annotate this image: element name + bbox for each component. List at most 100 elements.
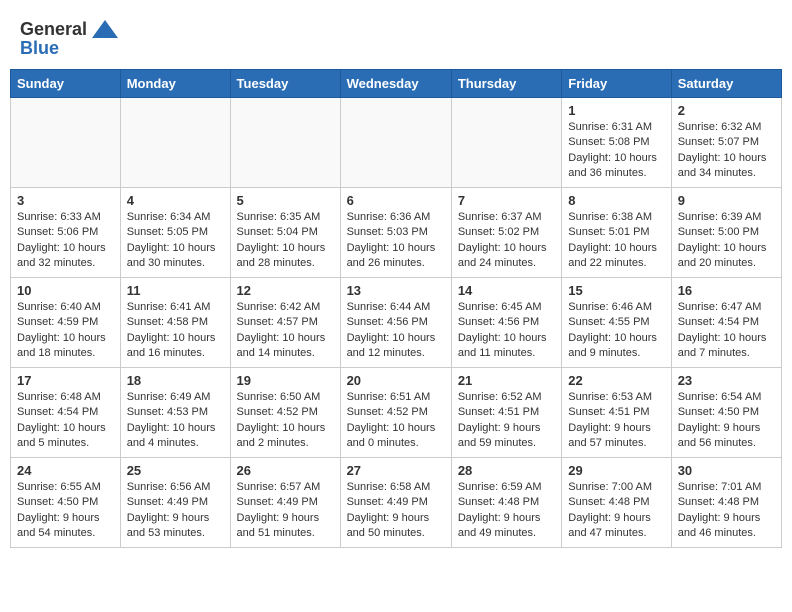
day-info: Sunrise: 6:49 AM Sunset: 4:53 PM Dayligh… [127, 390, 224, 452]
day-cell: 22 Sunrise: 6:53 AM Sunset: 4:51 PM Dayli… [562, 368, 671, 458]
day-cell: 24 Sunrise: 6:55 AM Sunset: 4:50 PM Dayli… [11, 458, 121, 548]
day-cell: 17 Sunrise: 6:48 AM Sunset: 4:54 PM Dayli… [11, 368, 121, 458]
day-info: Sunrise: 6:48 AM Sunset: 4:54 PM Dayligh… [17, 390, 114, 452]
day-number: 30 [678, 463, 775, 478]
day-number: 22 [568, 373, 664, 388]
day-info: Sunrise: 6:31 AM Sunset: 5:08 PM Dayligh… [568, 120, 664, 182]
day-cell: 28Sunrise: 6:59 AM Sunset: 4:48 PM Dayli… [451, 458, 561, 548]
day-number: 6 [347, 193, 445, 208]
day-number: 10 [17, 283, 114, 298]
day-cell: 7 Sunrise: 6:37 AM Sunset: 5:02 PM Daylig… [451, 188, 561, 278]
logo-icon [89, 18, 121, 40]
day-number: 9 [678, 193, 775, 208]
day-number: 25 [127, 463, 224, 478]
day-cell: 4 Sunrise: 6:34 AM Sunset: 5:05 PM Daylig… [120, 188, 230, 278]
day-number: 7 [458, 193, 555, 208]
day-info: Sunrise: 6:56 AM Sunset: 4:49 PM Dayligh… [127, 480, 224, 542]
day-info: Sunrise: 6:44 AM Sunset: 4:56 PM Dayligh… [347, 300, 445, 362]
day-cell: 23 Sunrise: 6:54 AM Sunset: 4:50 PM Dayli… [671, 368, 781, 458]
day-info: Sunrise: 6:46 AM Sunset: 4:55 PM Dayligh… [568, 300, 664, 362]
day-info: Sunrise: 6:35 AM Sunset: 5:04 PM Dayligh… [237, 210, 334, 272]
day-cell [11, 98, 121, 188]
day-number: 16 [678, 283, 775, 298]
day-number: 27 [347, 463, 445, 478]
day-cell [451, 98, 561, 188]
day-cell: 27 Sunrise: 6:58 AM Sunset: 4:49 PM Dayli… [340, 458, 451, 548]
day-cell: 29 Sunrise: 7:00 AM Sunset: 4:48 PM Dayli… [562, 458, 671, 548]
day-cell: 21Sunrise: 6:52 AM Sunset: 4:51 PM Dayli… [451, 368, 561, 458]
day-info: Sunrise: 6:36 AM Sunset: 5:03 PM Dayligh… [347, 210, 445, 272]
day-number: 15 [568, 283, 664, 298]
day-cell: 10 Sunrise: 6:40 AM Sunset: 4:59 PM Dayli… [11, 278, 121, 368]
day-cell: 6 Sunrise: 6:36 AM Sunset: 5:03 PM Daylig… [340, 188, 451, 278]
week-row-1: 1 Sunrise: 6:31 AM Sunset: 5:08 PM Daylig… [11, 98, 782, 188]
week-row-5: 24 Sunrise: 6:55 AM Sunset: 4:50 PM Dayli… [11, 458, 782, 548]
day-number: 19 [237, 373, 334, 388]
day-number: 13 [347, 283, 445, 298]
day-number: 5 [237, 193, 334, 208]
day-cell: 18 Sunrise: 6:49 AM Sunset: 4:53 PM Dayli… [120, 368, 230, 458]
week-row-4: 17 Sunrise: 6:48 AM Sunset: 4:54 PM Dayli… [11, 368, 782, 458]
day-info: Sunrise: 6:41 AM Sunset: 4:58 PM Dayligh… [127, 300, 224, 362]
day-cell: 16Sunrise: 6:47 AM Sunset: 4:54 PM Dayli… [671, 278, 781, 368]
day-number: 14 [458, 283, 555, 298]
day-info: Sunrise: 6:58 AM Sunset: 4:49 PM Dayligh… [347, 480, 445, 542]
day-info: Sunrise: 6:34 AM Sunset: 5:05 PM Dayligh… [127, 210, 224, 272]
day-number: 3 [17, 193, 114, 208]
day-number: 4 [127, 193, 224, 208]
day-cell: 1 Sunrise: 6:31 AM Sunset: 5:08 PM Daylig… [562, 98, 671, 188]
calendar-header-row: SundayMondayTuesdayWednesdayThursdayFrid… [11, 70, 782, 98]
logo-blue: Blue [20, 38, 59, 59]
day-cell: 15 Sunrise: 6:46 AM Sunset: 4:55 PM Dayli… [562, 278, 671, 368]
day-info: Sunrise: 6:53 AM Sunset: 4:51 PM Dayligh… [568, 390, 664, 452]
day-info: Sunrise: 7:00 AM Sunset: 4:48 PM Dayligh… [568, 480, 664, 542]
day-cell: 11Sunrise: 6:41 AM Sunset: 4:58 PM Dayli… [120, 278, 230, 368]
day-number: 12 [237, 283, 334, 298]
day-number: 23 [678, 373, 775, 388]
day-number: 29 [568, 463, 664, 478]
day-cell: 25 Sunrise: 6:56 AM Sunset: 4:49 PM Dayli… [120, 458, 230, 548]
day-number: 18 [127, 373, 224, 388]
day-cell: 3 Sunrise: 6:33 AM Sunset: 5:06 PM Daylig… [11, 188, 121, 278]
col-header-wednesday: Wednesday [340, 70, 451, 98]
day-number: 1 [568, 103, 664, 118]
col-header-thursday: Thursday [451, 70, 561, 98]
day-number: 28 [458, 463, 555, 478]
day-number: 26 [237, 463, 334, 478]
week-row-3: 10 Sunrise: 6:40 AM Sunset: 4:59 PM Dayli… [11, 278, 782, 368]
day-cell [230, 98, 340, 188]
day-info: Sunrise: 6:55 AM Sunset: 4:50 PM Dayligh… [17, 480, 114, 542]
day-cell: 5 Sunrise: 6:35 AM Sunset: 5:04 PM Daylig… [230, 188, 340, 278]
day-info: Sunrise: 6:42 AM Sunset: 4:57 PM Dayligh… [237, 300, 334, 362]
col-header-tuesday: Tuesday [230, 70, 340, 98]
day-cell [340, 98, 451, 188]
col-header-monday: Monday [120, 70, 230, 98]
col-header-sunday: Sunday [11, 70, 121, 98]
day-number: 24 [17, 463, 114, 478]
day-cell: 13 Sunrise: 6:44 AM Sunset: 4:56 PM Dayli… [340, 278, 451, 368]
day-info: Sunrise: 6:37 AM Sunset: 5:02 PM Dayligh… [458, 210, 555, 272]
day-number: 8 [568, 193, 664, 208]
calendar-table: SundayMondayTuesdayWednesdayThursdayFrid… [10, 69, 782, 548]
week-row-2: 3 Sunrise: 6:33 AM Sunset: 5:06 PM Daylig… [11, 188, 782, 278]
day-info: Sunrise: 6:38 AM Sunset: 5:01 PM Dayligh… [568, 210, 664, 272]
day-cell: 20Sunrise: 6:51 AM Sunset: 4:52 PM Dayli… [340, 368, 451, 458]
day-info: Sunrise: 6:45 AM Sunset: 4:56 PM Dayligh… [458, 300, 555, 362]
day-info: Sunrise: 6:40 AM Sunset: 4:59 PM Dayligh… [17, 300, 114, 362]
col-header-friday: Friday [562, 70, 671, 98]
day-cell: 19 Sunrise: 6:50 AM Sunset: 4:52 PM Dayli… [230, 368, 340, 458]
day-info: Sunrise: 6:32 AM Sunset: 5:07 PM Dayligh… [678, 120, 775, 182]
day-number: 17 [17, 373, 114, 388]
day-cell: 9Sunrise: 6:39 AM Sunset: 5:00 PM Daylig… [671, 188, 781, 278]
day-cell: 12 Sunrise: 6:42 AM Sunset: 4:57 PM Dayli… [230, 278, 340, 368]
day-info: Sunrise: 6:57 AM Sunset: 4:49 PM Dayligh… [237, 480, 334, 542]
day-info: Sunrise: 6:52 AM Sunset: 4:51 PM Dayligh… [458, 390, 555, 452]
day-cell: 8 Sunrise: 6:38 AM Sunset: 5:01 PM Daylig… [562, 188, 671, 278]
day-info: Sunrise: 6:33 AM Sunset: 5:06 PM Dayligh… [17, 210, 114, 272]
day-info: Sunrise: 6:51 AM Sunset: 4:52 PM Dayligh… [347, 390, 445, 452]
col-header-saturday: Saturday [671, 70, 781, 98]
day-info: Sunrise: 7:01 AM Sunset: 4:48 PM Dayligh… [678, 480, 775, 542]
day-cell: 2Sunrise: 6:32 AM Sunset: 5:07 PM Daylig… [671, 98, 781, 188]
day-info: Sunrise: 6:54 AM Sunset: 4:50 PM Dayligh… [678, 390, 775, 452]
day-info: Sunrise: 6:50 AM Sunset: 4:52 PM Dayligh… [237, 390, 334, 452]
